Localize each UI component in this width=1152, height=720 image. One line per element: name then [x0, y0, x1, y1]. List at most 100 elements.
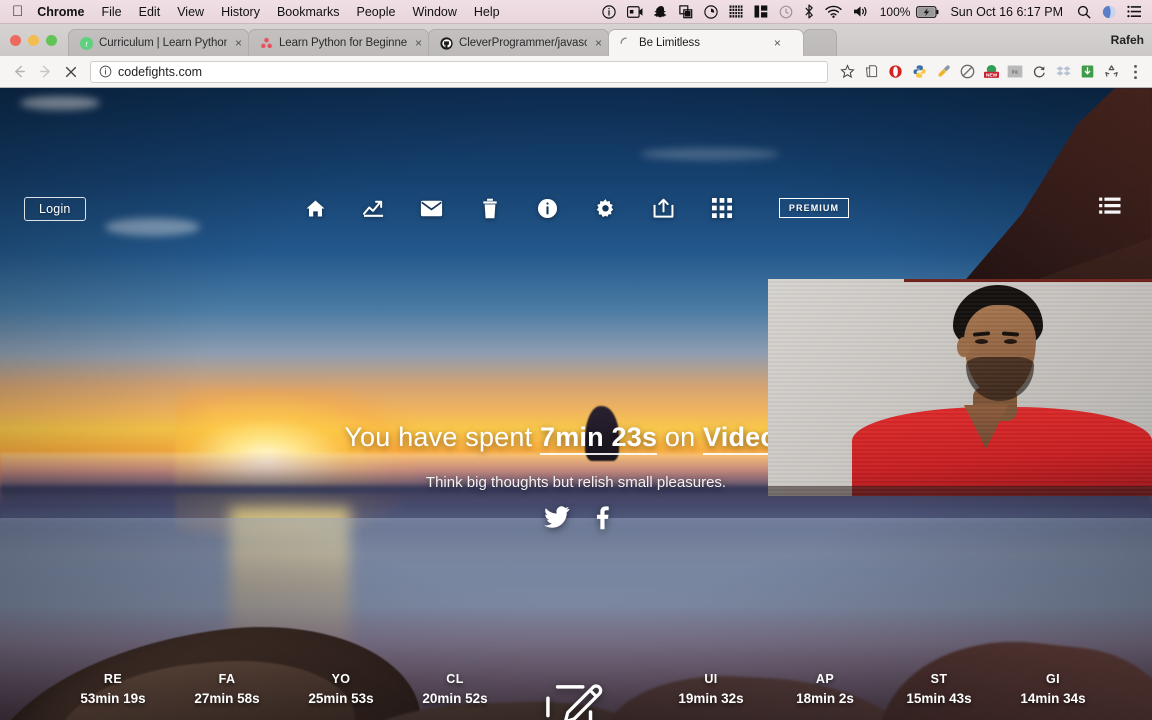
new-badge-icon[interactable]: NEW: [980, 60, 1002, 84]
eyedropper-icon[interactable]: [932, 60, 954, 84]
facebook-icon[interactable]: [596, 506, 609, 535]
recycle-icon[interactable]: [1100, 60, 1122, 84]
siri-icon[interactable]: [1102, 0, 1116, 24]
cloud-shape: [640, 148, 780, 160]
notepad-pencil-icon: [544, 683, 608, 720]
duplicate-window-icon[interactable]: [678, 0, 693, 24]
browser-tab-learn-python[interactable]: Learn Python for Beginners - L ×: [248, 29, 430, 56]
python-icon[interactable]: [908, 60, 930, 84]
chrome-menu-icon[interactable]: [1124, 60, 1146, 84]
tab-close-icon[interactable]: ×: [595, 37, 602, 49]
premium-button[interactable]: PREMIUM: [778, 198, 850, 218]
home-icon[interactable]: [303, 195, 329, 221]
menu-item-edit[interactable]: Edit: [139, 5, 161, 19]
menu-item-history[interactable]: History: [221, 5, 260, 19]
save-to-pocket-icon[interactable]: [1076, 60, 1098, 84]
menubar-clock[interactable]: Sun Oct 16 6:17 PM: [950, 5, 1063, 19]
list-view-icon[interactable]: [1098, 195, 1122, 217]
stats-chart-icon[interactable]: [361, 195, 387, 221]
tab-title: CleverProgrammer/javascript:: [459, 37, 588, 49]
stat-item[interactable]: GI 14min 34s: [996, 672, 1110, 706]
svg-text:NEW: NEW: [985, 72, 997, 78]
battery-charging-icon[interactable]: [916, 0, 939, 24]
tab-close-icon[interactable]: ×: [235, 37, 242, 49]
macos-menu-bar:  Chrome File Edit View History Bookmark…: [0, 0, 1152, 24]
browser-tab-be-limitless[interactable]: Be Limitless ×: [608, 29, 805, 56]
stat-item[interactable]: YO 25min 53s: [284, 672, 398, 706]
apple-icon[interactable]: : [12, 4, 23, 19]
extension-toolbar: NEW inc: [836, 60, 1148, 84]
column-layout-icon[interactable]: [754, 0, 768, 24]
grid-cells-icon[interactable]: [729, 0, 743, 24]
tab-title: Be Limitless: [639, 37, 700, 49]
menu-item-bookmarks[interactable]: Bookmarks: [277, 5, 340, 19]
twitter-icon[interactable]: [543, 506, 570, 535]
menu-item-chrome[interactable]: Chrome: [37, 5, 84, 19]
new-tab-button[interactable]: [803, 29, 838, 56]
stat-key: YO: [331, 672, 351, 686]
menu-item-help[interactable]: Help: [474, 5, 500, 19]
apps-grid-icon[interactable]: [709, 195, 735, 221]
menu-item-file[interactable]: File: [101, 5, 121, 19]
url-text[interactable]: codefights.com: [118, 65, 202, 79]
webcam-person-eye: [975, 339, 988, 344]
stats-group-right: UI 19min 32s AP 18min 2s ST 15min 43s GI…: [654, 672, 1110, 706]
menu-item-window[interactable]: Window: [412, 5, 456, 19]
browser-tab-github[interactable]: CleverProgrammer/javascript: ×: [428, 29, 610, 56]
browser-tab-curriculum[interactable]: t Curriculum | Learn Python for ×: [68, 29, 250, 56]
tab-title: Learn Python for Beginners - L: [279, 37, 408, 49]
history-clock-icon: [779, 0, 793, 24]
chrome-toolbar: codefights.com NEW inc: [0, 56, 1152, 88]
evernote-icon[interactable]: [860, 60, 882, 84]
webcam-person-ear: [957, 337, 970, 357]
incognito-inc-icon[interactable]: inc: [1004, 60, 1026, 84]
forward-arrow-icon[interactable]: [32, 59, 58, 85]
time-circle-icon[interactable]: [704, 0, 718, 24]
spotlight-search-icon[interactable]: [1077, 0, 1091, 24]
chrome-profile-name[interactable]: Rafeh: [1111, 33, 1144, 47]
notification-center-icon[interactable]: [1127, 0, 1142, 24]
stat-item[interactable]: AP 18min 2s: [768, 672, 882, 706]
tab-close-icon[interactable]: ×: [415, 37, 422, 49]
site-info-icon[interactable]: [99, 65, 112, 78]
trash-icon[interactable]: [477, 195, 503, 221]
stat-key: AP: [815, 672, 835, 686]
stat-value: 15min 43s: [906, 691, 972, 706]
headline-time-value: 7min 23s: [540, 422, 658, 455]
stat-value: 20min 52s: [422, 691, 488, 706]
adblock-icon[interactable]: [956, 60, 978, 84]
refresh-icon[interactable]: [1028, 60, 1050, 84]
menu-item-people[interactable]: People: [357, 5, 396, 19]
tab-title: Curriculum | Learn Python for: [99, 37, 227, 49]
maximize-window-button[interactable]: [46, 35, 57, 46]
volume-icon[interactable]: [853, 0, 869, 24]
gear-icon[interactable]: [593, 195, 619, 221]
back-arrow-icon[interactable]: [6, 59, 32, 85]
stat-key: RE: [103, 672, 123, 686]
address-bar[interactable]: codefights.com: [90, 60, 828, 83]
mail-icon[interactable]: [419, 195, 445, 221]
menu-item-view[interactable]: View: [177, 5, 204, 19]
close-window-button[interactable]: [10, 35, 21, 46]
stop-loading-icon[interactable]: [58, 59, 84, 85]
screen-recorder-icon[interactable]: [626, 0, 643, 24]
stat-item[interactable]: FA 27min 58s: [170, 672, 284, 706]
dropbox-icon[interactable]: [1052, 60, 1074, 84]
loading-spinner-icon: [619, 36, 633, 50]
share-icon[interactable]: [651, 195, 677, 221]
stat-item[interactable]: UI 19min 32s: [654, 672, 768, 706]
bluetooth-icon[interactable]: [804, 0, 814, 24]
minimize-window-button[interactable]: [28, 35, 39, 46]
tab-list: t Curriculum | Learn Python for × Learn …: [68, 29, 838, 56]
tab-close-icon[interactable]: ×: [774, 37, 781, 49]
info-icon[interactable]: [535, 195, 561, 221]
opera-vpn-icon[interactable]: [884, 60, 906, 84]
info-circle-icon[interactable]: [602, 0, 616, 24]
stat-item[interactable]: RE 53min 19s: [56, 672, 170, 706]
star-bookmark-icon[interactable]: [836, 60, 858, 84]
stat-item[interactable]: CL 20min 52s: [398, 672, 512, 706]
webcam-desk-edge: [768, 486, 1152, 496]
wifi-icon[interactable]: [825, 0, 842, 24]
snapchat-ghost-icon[interactable]: [653, 0, 668, 24]
stat-item[interactable]: ST 15min 43s: [882, 672, 996, 706]
